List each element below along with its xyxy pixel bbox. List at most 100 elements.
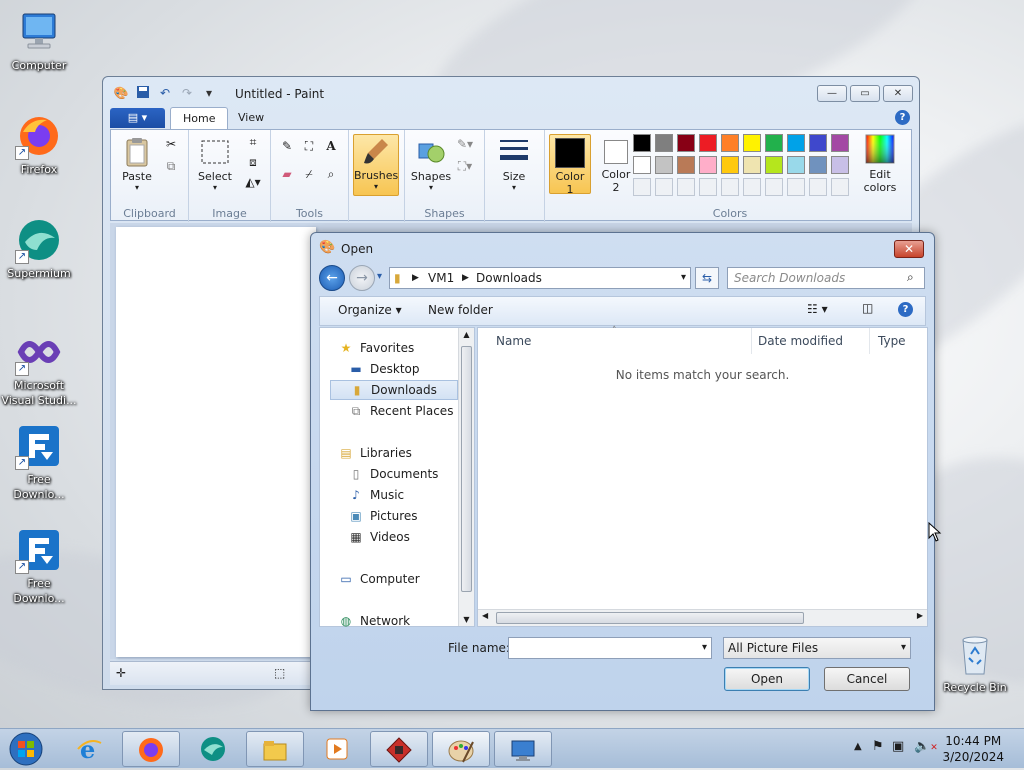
nav-downloads[interactable]: ▮ Downloads [330,380,458,400]
clock[interactable]: 10:44 PM 3/20/2024 [942,733,1004,765]
palette-color-swatch[interactable] [787,156,805,174]
organize-button[interactable]: Organize ▾ [338,303,402,317]
paint-titlebar[interactable]: 🎨 ↶ ↷ ▾ Untitled - Paint — ▭ ✕ [103,77,919,107]
paint-menu-button[interactable]: ▤ ▾ [110,108,165,128]
recent-locations-dropdown[interactable]: ▾ [377,271,382,282]
redo-icon[interactable]: ↷ [179,85,195,101]
palette-color-swatch[interactable] [721,156,739,174]
palette-color-swatch[interactable] [655,134,673,152]
view-options-icon[interactable]: ☷ ▾ [807,302,828,316]
help-icon[interactable]: ? [898,302,913,317]
taskbar-app-red[interactable] [370,731,428,767]
taskbar-file-explorer[interactable] [246,731,304,767]
column-name[interactable]: Name [488,328,752,354]
tab-view[interactable]: View [226,107,276,129]
minimize-button[interactable]: — [817,85,847,102]
palette-color-swatch[interactable] [699,156,717,174]
open-button[interactable]: Open [724,667,810,691]
palette-color-swatch[interactable] [677,156,695,174]
desktop-icon-visual-studio[interactable]: ↗ Microsoft Visual Studi... [0,328,78,408]
start-button[interactable] [6,731,46,767]
palette-color-swatch[interactable] [765,156,783,174]
column-type[interactable]: Type [870,328,928,354]
palette-color-swatch[interactable] [721,134,739,152]
palette-color-swatch[interactable] [809,156,827,174]
taskbar-firefox[interactable] [122,731,180,767]
taskbar-media-player[interactable] [308,731,366,767]
tab-home[interactable]: Home [170,107,229,129]
palette-color-swatch[interactable] [743,134,761,152]
outline-icon[interactable]: ✎▾ [455,134,475,154]
palette-color-swatch[interactable] [831,134,849,152]
desktop-icon-supermium[interactable]: ↗ Supermium [0,216,78,281]
palette-color-swatch[interactable] [633,156,651,174]
palette-custom-slot[interactable] [633,178,651,196]
color2-button[interactable]: Color 2 [595,134,637,194]
crop-icon[interactable]: ⌗ [243,132,263,152]
cancel-button[interactable]: Cancel [824,667,910,691]
network-status-icon[interactable]: ▣ [892,739,904,754]
brushes-button[interactable]: Brushes ▾ [353,134,399,196]
refresh-button[interactable]: ⇆ [695,267,719,289]
palette-custom-slot[interactable] [809,178,827,196]
scroll-thumb[interactable] [496,612,804,624]
palette-custom-slot[interactable] [655,178,673,196]
breadcrumb-downloads[interactable]: Downloads [476,268,542,288]
scroll-down-icon[interactable]: ▼ [459,615,474,624]
nav-favorites[interactable]: ★ Favorites [338,338,478,358]
column-date-modified[interactable]: Date modified [750,328,870,354]
file-type-select[interactable]: All Picture Files ▾ [723,637,911,659]
color1-button[interactable]: Color 1 [549,134,591,196]
eraser-icon[interactable]: ▰ [277,164,297,184]
help-icon[interactable]: ? [895,110,910,125]
size-button[interactable]: Size ▾ [491,136,537,192]
customize-qat-icon[interactable]: ▾ [201,85,217,101]
resize-icon[interactable]: ⧈ [243,152,263,172]
address-bar[interactable]: ▮ ▶ VM1 ▶ Downloads ▾ [389,267,691,289]
volume-muted-icon[interactable]: 🔈✕ [914,739,938,754]
action-center-flag-icon[interactable]: ⚑ [872,739,884,754]
file-name-field[interactable]: ▾ [508,637,712,659]
edit-colors-button[interactable]: Edit colors [857,134,903,194]
magnifier-icon[interactable]: ⌕ [321,164,341,184]
palette-custom-slot[interactable] [677,178,695,196]
palette-color-swatch[interactable] [677,134,695,152]
rotate-icon[interactable]: ◭▾ [243,172,263,192]
new-folder-button[interactable]: New folder [428,303,493,317]
search-input[interactable]: Search Downloads [727,267,925,289]
file-name-dropdown-icon[interactable]: ▾ [702,638,707,658]
desktop-icon-recycle-bin[interactable]: Recycle Bin [936,630,1014,695]
scroll-up-icon[interactable]: ▲ [459,330,474,339]
taskbar-paint[interactable] [432,731,490,767]
shape-fill-icon[interactable]: ⛶▾ [455,156,475,176]
nav-network[interactable]: ◍ Network [338,611,478,631]
palette-custom-slot[interactable] [831,178,849,196]
scroll-thumb[interactable] [461,346,472,592]
palette-color-swatch[interactable] [699,134,717,152]
palette-color-swatch[interactable] [633,134,651,152]
text-icon[interactable]: A [321,136,341,156]
palette-color-swatch[interactable] [787,134,805,152]
paste-button[interactable]: Paste ▾ [117,136,157,192]
close-button[interactable]: ✕ [883,85,913,102]
desktop-icon-firefox[interactable]: ↗ Firefox [0,112,78,177]
save-icon[interactable] [135,85,151,101]
palette-color-swatch[interactable] [809,134,827,152]
maximize-button[interactable]: ▭ [850,85,880,102]
nav-computer[interactable]: ▭ Computer [338,569,478,589]
color-picker-icon[interactable]: ⌿ [299,164,319,184]
taskbar-remote-desktop[interactable] [494,731,552,767]
palette-color-swatch[interactable] [765,134,783,152]
taskbar-supermium[interactable] [184,731,242,767]
show-hidden-icons-icon[interactable]: ▲ [854,741,862,752]
scroll-right-icon[interactable]: ▶ [917,611,923,620]
fill-icon[interactable]: ⛶ [299,136,319,156]
pencil-icon[interactable]: ✎ [277,136,297,156]
preview-pane-icon[interactable]: ◫ [862,301,873,315]
back-button[interactable]: ← [319,265,345,291]
nav-libraries[interactable]: ▤ Libraries [338,443,478,463]
desktop-icon-computer[interactable]: Computer [0,8,78,73]
copy-icon[interactable]: ⧉ [161,156,181,176]
drawing-canvas[interactable] [116,227,316,657]
desktop-icon-free-download-1[interactable]: ↗ Free Downlo... [0,422,78,502]
